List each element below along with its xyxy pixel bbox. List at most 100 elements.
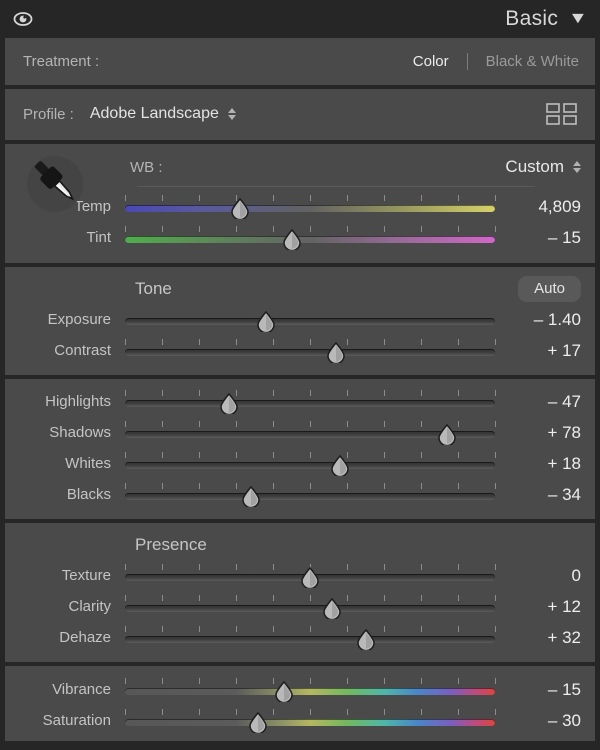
slider-dehaze[interactable] bbox=[125, 625, 496, 651]
slider-exposure[interactable] bbox=[125, 307, 495, 333]
color-mix-section: Vibrance – 15 Saturation – 30 bbox=[0, 662, 600, 746]
slider-value-clarity[interactable]: + 12 bbox=[495, 597, 581, 617]
slider-track[interactable] bbox=[125, 235, 495, 243]
profile-section: Profile : Adobe Landscape bbox=[0, 85, 600, 140]
slider-label-vibrance: Vibrance bbox=[52, 681, 111, 698]
slider-handle[interactable] bbox=[355, 628, 377, 650]
profile-grid-icon[interactable] bbox=[545, 101, 579, 127]
slider-vibrance[interactable] bbox=[125, 677, 496, 703]
slider-value-shadows[interactable]: + 78 bbox=[495, 423, 581, 443]
tick-marks bbox=[125, 225, 496, 232]
slider-blacks[interactable] bbox=[125, 482, 496, 508]
presence-section: Presence Texture 0 Clarity + 12 Dehaze +… bbox=[0, 519, 600, 662]
spinner-up-down-icon[interactable] bbox=[573, 161, 581, 173]
tick-marks bbox=[125, 389, 496, 396]
slider-saturation[interactable] bbox=[125, 708, 496, 734]
treatment-option-color[interactable]: Color bbox=[411, 53, 451, 70]
eye-icon[interactable] bbox=[12, 8, 34, 30]
slider-label-exposure: Exposure bbox=[47, 311, 111, 328]
slider-handle[interactable] bbox=[329, 454, 351, 476]
slider-track[interactable] bbox=[125, 492, 495, 500]
slider-track[interactable] bbox=[125, 604, 495, 612]
slider-row: Whites + 18 bbox=[5, 448, 595, 479]
wb-underline bbox=[137, 186, 535, 187]
treatment-option-black-and-white[interactable]: Black & White bbox=[484, 53, 581, 70]
auto-button[interactable]: Auto bbox=[518, 276, 581, 302]
panel-bottom-edge bbox=[5, 741, 595, 746]
tone-header: Tone Auto bbox=[5, 274, 595, 304]
tick-marks bbox=[125, 625, 496, 632]
slider-row: Shadows + 78 bbox=[5, 417, 595, 448]
slider-track[interactable] bbox=[125, 461, 495, 469]
slider-handle[interactable] bbox=[299, 566, 321, 588]
wb-value[interactable]: Custom bbox=[505, 157, 564, 177]
slider-value-contrast[interactable]: + 17 bbox=[495, 341, 581, 361]
slider-whites[interactable] bbox=[125, 451, 496, 477]
slider-track[interactable] bbox=[125, 687, 495, 695]
slider-handle[interactable] bbox=[218, 392, 240, 414]
slider-row: Saturation – 30 bbox=[5, 705, 595, 736]
slider-label-clarity: Clarity bbox=[68, 598, 111, 615]
slider-label-whites: Whites bbox=[65, 455, 111, 472]
slider-contrast[interactable] bbox=[125, 338, 496, 364]
slider-clarity[interactable] bbox=[125, 594, 496, 620]
slider-row: Texture 0 bbox=[5, 560, 595, 591]
slider-value-exposure[interactable]: – 1.40 bbox=[495, 310, 581, 330]
slider-row: Contrast + 17 bbox=[5, 335, 595, 366]
slider-value-tint[interactable]: – 15 bbox=[495, 228, 581, 248]
slider-handle[interactable] bbox=[240, 485, 262, 507]
slider-handle[interactable] bbox=[247, 711, 269, 733]
slider-value-vibrance[interactable]: – 15 bbox=[495, 680, 581, 700]
slider-tint[interactable] bbox=[125, 225, 496, 251]
profile-label: Profile : bbox=[23, 105, 74, 123]
tone-detail-section: Highlights – 47 Shadows + 78 Whites + 18… bbox=[0, 375, 600, 519]
presence-header: Presence bbox=[5, 530, 595, 560]
slider-value-texture[interactable]: 0 bbox=[495, 566, 581, 586]
slider-track[interactable] bbox=[125, 204, 495, 212]
page-title: Basic bbox=[505, 7, 559, 30]
presence-title: Presence bbox=[135, 535, 207, 554]
profile-value[interactable]: Adobe Landscape bbox=[90, 105, 219, 123]
slider-value-saturation[interactable]: – 30 bbox=[495, 711, 581, 731]
slider-value-blacks[interactable]: – 34 bbox=[495, 485, 581, 505]
slider-track[interactable] bbox=[125, 317, 495, 325]
slider-handle[interactable] bbox=[273, 680, 295, 702]
slider-handle[interactable] bbox=[325, 341, 347, 363]
slider-handle[interactable] bbox=[229, 197, 251, 219]
white-balance-wrapper: WB : Custom Temp 4,809 Tint – 15 bbox=[5, 150, 595, 253]
slider-label-texture: Texture bbox=[61, 567, 111, 584]
slider-handle[interactable] bbox=[255, 310, 277, 332]
slider-handle[interactable] bbox=[321, 597, 343, 619]
slider-track[interactable] bbox=[125, 718, 495, 726]
slider-label-shadows: Shadows bbox=[49, 424, 111, 441]
basic-panel: Basic ▼ Treatment : Color Black & White … bbox=[0, 0, 600, 750]
slider-texture[interactable] bbox=[125, 563, 496, 589]
treatment-row: Treatment : Color Black & White bbox=[5, 46, 595, 76]
slider-label-tint: Tint bbox=[86, 229, 111, 246]
eyedropper-icon[interactable] bbox=[17, 152, 95, 214]
slider-row: Blacks – 34 bbox=[5, 479, 595, 510]
tone-title: Tone bbox=[135, 279, 172, 298]
slider-handle[interactable] bbox=[436, 423, 458, 445]
slider-value-temp[interactable]: 4,809 bbox=[495, 197, 581, 217]
slider-temp[interactable] bbox=[125, 194, 496, 220]
slider-value-whites[interactable]: + 18 bbox=[495, 454, 581, 474]
spinner-up-down-icon[interactable] bbox=[227, 108, 236, 120]
chevron-down-icon[interactable]: ▼ bbox=[568, 11, 588, 27]
slider-label-contrast: Contrast bbox=[54, 342, 111, 359]
tick-marks bbox=[125, 451, 496, 458]
slider-row: Clarity + 12 bbox=[5, 591, 595, 622]
slider-label-highlights: Highlights bbox=[45, 393, 111, 410]
slider-label-blacks: Blacks bbox=[66, 486, 111, 503]
slider-handle[interactable] bbox=[281, 228, 303, 250]
slider-track[interactable] bbox=[125, 399, 495, 407]
slider-shadows[interactable] bbox=[125, 420, 496, 446]
tick-marks bbox=[125, 482, 496, 489]
tick-marks bbox=[125, 338, 496, 345]
slider-track[interactable] bbox=[125, 635, 495, 643]
slider-track[interactable] bbox=[125, 348, 495, 356]
slider-highlights[interactable] bbox=[125, 389, 496, 415]
tone-section: Tone Auto Exposure – 1.40 Contrast + 17 bbox=[0, 263, 600, 375]
slider-value-dehaze[interactable]: + 32 bbox=[495, 628, 581, 648]
slider-value-highlights[interactable]: – 47 bbox=[495, 392, 581, 412]
